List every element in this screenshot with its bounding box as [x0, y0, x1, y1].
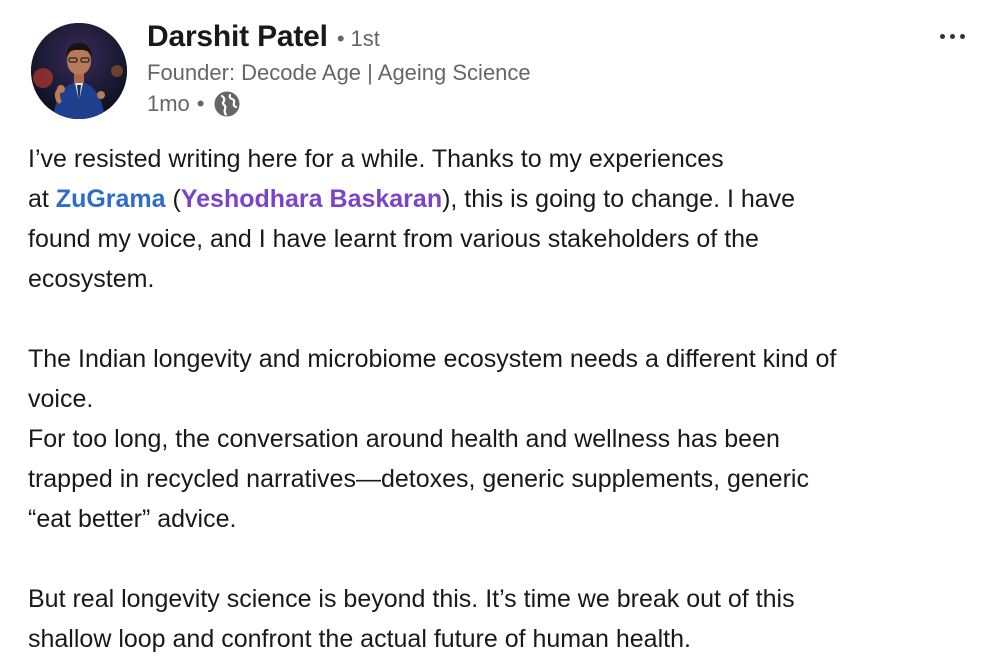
post-meta: 1mo •	[147, 90, 531, 118]
more-options-icon	[939, 33, 945, 39]
post-line-with-mentions: at ZuGrama (Yeshodhara Baskaran), this i…	[28, 179, 978, 219]
post-line: found my voice, and I have learnt from v…	[28, 225, 759, 253]
post-body: I’ve resisted writing here for a while. …	[28, 139, 978, 659]
post-line: I’ve resisted writing here for a while. …	[28, 145, 724, 173]
post-line: But real longevity science is beyond thi…	[28, 585, 795, 613]
connection-degree: 1st	[350, 26, 380, 51]
globe-icon	[213, 90, 241, 118]
post-paragraph: But real longevity science is beyond thi…	[28, 579, 978, 659]
post-paragraph: The Indian longevity and microbiome ecos…	[28, 339, 978, 539]
degree-separator: •	[336, 26, 345, 51]
author-info: Darshit Patel • 1st Founder: Decode Age …	[147, 20, 531, 118]
meta-separator: •	[196, 91, 205, 116]
text-segment: at	[28, 185, 56, 213]
author-name[interactable]: Darshit Patel	[147, 20, 328, 54]
post-line: “eat better” advice.	[28, 505, 237, 533]
mention-person-link[interactable]: Yeshodhara Baskaran	[181, 185, 442, 213]
more-options-dot	[949, 33, 955, 39]
author-avatar[interactable]	[31, 23, 127, 119]
author-headline: Founder: Decode Age | Ageing Science	[147, 60, 531, 85]
post-line: For too long, the conversation around he…	[28, 425, 780, 453]
author-name-row: Darshit Patel • 1st	[147, 20, 531, 54]
feed-post: Darshit Patel • 1st Founder: Decode Age …	[0, 0, 992, 664]
post-line: voice.	[28, 385, 94, 413]
mention-zugrama-link[interactable]: ZuGrama	[56, 185, 166, 213]
post-line: shallow loop and confront the actual fut…	[28, 625, 691, 653]
speaker-photo	[31, 23, 127, 119]
post-line: trapped in recycled narratives—detoxes, …	[28, 465, 809, 493]
post-line: ecosystem.	[28, 265, 155, 293]
post-paragraph: I’ve resisted writing here for a while. …	[28, 139, 978, 299]
more-options-button[interactable]	[932, 22, 972, 50]
more-options-dot	[959, 33, 965, 39]
post-line: The Indian longevity and microbiome ecos…	[28, 345, 837, 373]
text-segment: ), this is going to change. I have	[442, 185, 796, 213]
text-segment: (	[165, 185, 181, 213]
post-timestamp[interactable]: 1mo	[147, 91, 190, 117]
